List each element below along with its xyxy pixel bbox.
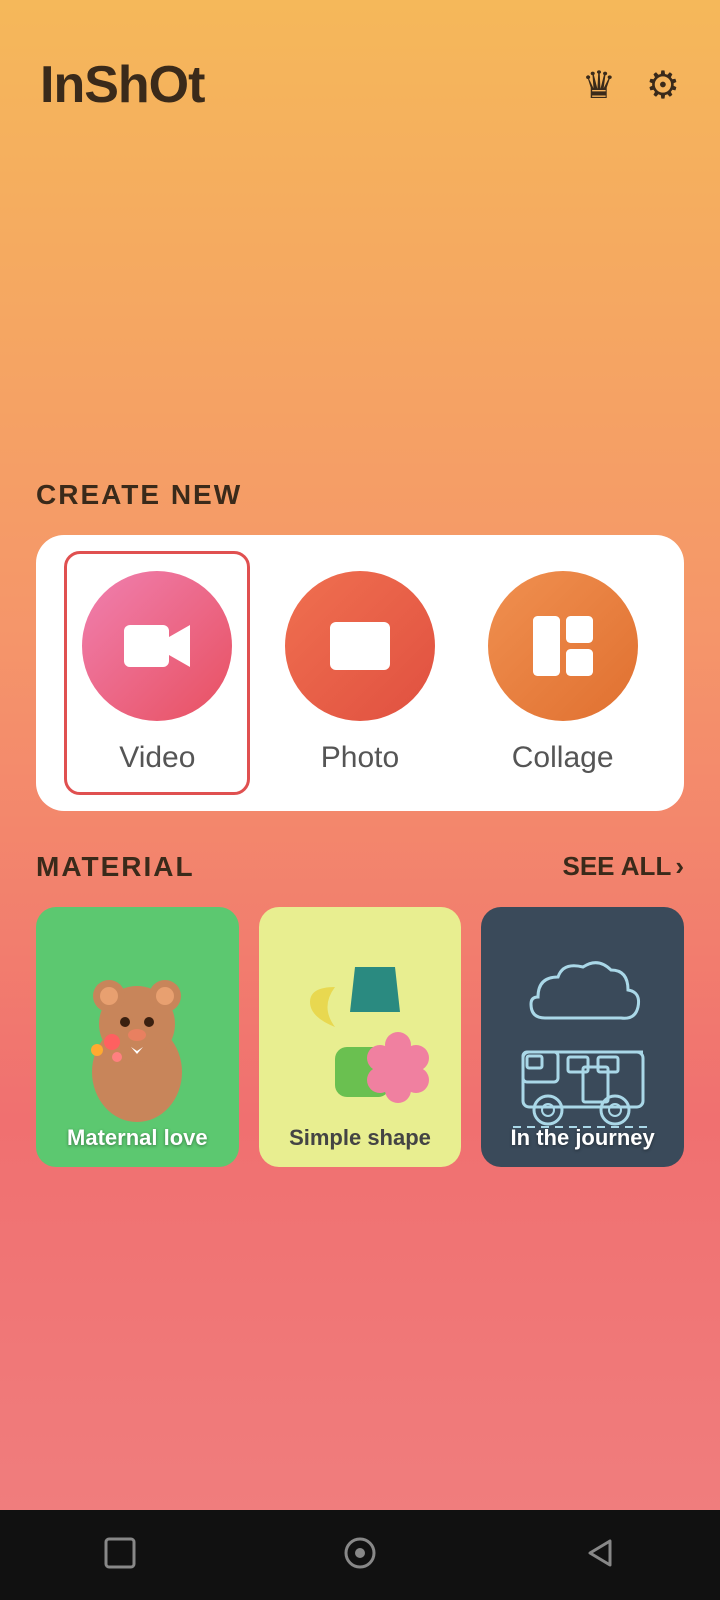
photo-icon <box>324 610 396 682</box>
simple-shape-label: Simple shape <box>259 1125 462 1151</box>
collage-label: Collage <box>512 741 614 775</box>
nav-back-icon[interactable] <box>578 1531 622 1580</box>
material-card-in-the-journey[interactable]: In the journey <box>481 907 684 1167</box>
collage-icon <box>527 610 599 682</box>
crown-icon[interactable]: ♛ <box>582 63 616 108</box>
settings-icon[interactable]: ⚙ <box>646 63 680 108</box>
material-cards: Maternal love <box>36 907 684 1167</box>
create-new-label: CREATE NEW <box>36 479 684 511</box>
material-card-simple-shape[interactable]: Simple shape <box>259 907 462 1167</box>
create-video-button[interactable]: Video <box>82 571 232 775</box>
see-all-button[interactable]: SEE ALL › <box>563 851 685 882</box>
video-label: Video <box>119 741 195 775</box>
photo-label: Photo <box>321 741 399 775</box>
create-photo-button[interactable]: Photo <box>285 571 435 775</box>
bottom-nav <box>0 1510 720 1600</box>
in-the-journey-label: In the journey <box>481 1125 684 1151</box>
simple-shape-illustration <box>280 942 440 1132</box>
nav-home-icon[interactable] <box>338 1531 382 1580</box>
create-new-card: Video Photo <box>36 535 684 811</box>
maternal-love-label: Maternal love <box>36 1125 239 1151</box>
maternal-love-illustration <box>57 942 217 1132</box>
video-icon-circle <box>82 571 232 721</box>
app-title: InShOt <box>40 55 204 115</box>
collage-icon-circle <box>488 571 638 721</box>
in-the-journey-illustration <box>503 942 663 1132</box>
nav-square-icon[interactable] <box>98 1531 142 1580</box>
material-card-maternal-love[interactable]: Maternal love <box>36 907 239 1167</box>
video-icon <box>121 610 193 682</box>
material-label: MATERIAL <box>36 851 195 883</box>
photo-icon-circle <box>285 571 435 721</box>
create-collage-button[interactable]: Collage <box>488 571 638 775</box>
